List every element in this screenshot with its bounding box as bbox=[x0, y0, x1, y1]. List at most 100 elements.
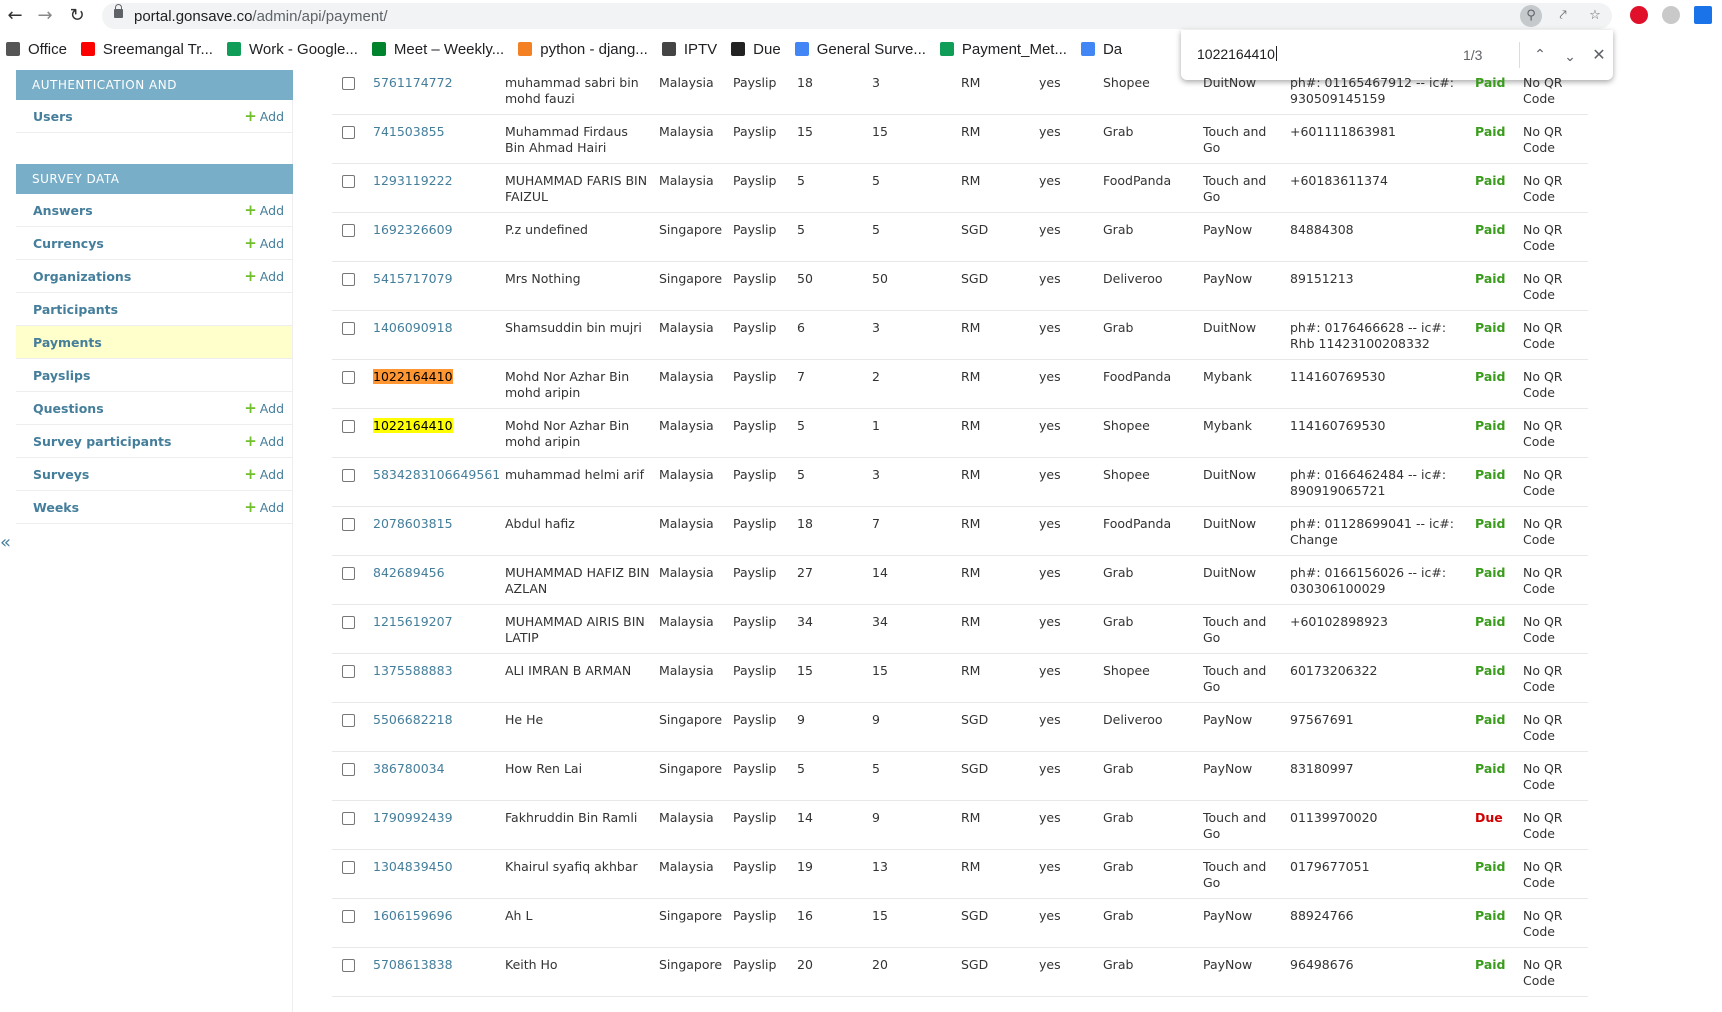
bookmark-icon bbox=[939, 42, 954, 56]
bookmark-item[interactable]: python - djang... bbox=[518, 41, 648, 58]
row-checkbox[interactable] bbox=[342, 469, 355, 482]
sidebar-link-payments[interactable]: Payments bbox=[33, 335, 102, 350]
payment-id-link[interactable]: 1215619207 bbox=[373, 614, 498, 630]
module-caption-auth[interactable]: AUTHENTICATION AND AUTHORIZATION bbox=[16, 70, 293, 122]
sidebar-link-questions[interactable]: Questions bbox=[33, 401, 104, 416]
row-checkbox[interactable] bbox=[342, 567, 355, 580]
sidebar-link-surveys[interactable]: Surveys bbox=[33, 467, 89, 482]
row-checkbox[interactable] bbox=[342, 322, 355, 335]
payment-id-link[interactable]: 1606159696 bbox=[373, 908, 498, 924]
bookmark-item[interactable]: Payment_Met... bbox=[939, 41, 1067, 58]
globe-extension-icon[interactable] bbox=[1662, 6, 1680, 24]
payment-id-link[interactable]: 1790992439 bbox=[373, 810, 498, 826]
payment-id-link[interactable]: 1375588883 bbox=[373, 663, 498, 679]
bookmark-item[interactable]: General Surve... bbox=[794, 41, 926, 58]
bookmark-item[interactable]: Meet – Weekly... bbox=[371, 41, 504, 58]
address-bar[interactable]: portal.gonsave.co/admin/api/payment/ ⚲ ⤤… bbox=[102, 3, 1612, 29]
sidebar-link-payslips[interactable]: Payslips bbox=[33, 368, 90, 383]
row-checkbox[interactable] bbox=[342, 861, 355, 874]
share-icon[interactable]: ⤤ bbox=[1552, 5, 1574, 27]
forward-button[interactable]: → bbox=[34, 5, 56, 27]
payment-id-link[interactable]: 1293119222 bbox=[373, 173, 498, 189]
row-checkbox[interactable] bbox=[342, 175, 355, 188]
participant-name: MUHAMMAD FARIS BIN FAIZUL bbox=[505, 173, 648, 204]
source-cell: Payslip bbox=[733, 173, 777, 188]
bookmark-item[interactable]: Office bbox=[6, 41, 67, 58]
bookmark-item[interactable]: IPTV bbox=[661, 41, 717, 58]
table-row: 1022164410 Mohd Nor Azhar Bin mohd aripin… bbox=[332, 409, 1588, 458]
source-cell: Payslip bbox=[733, 614, 777, 629]
row-checkbox[interactable] bbox=[342, 126, 355, 139]
collapse-sidebar-button[interactable]: « bbox=[0, 532, 11, 553]
sidebar-link-users[interactable]: Users bbox=[33, 109, 73, 124]
row-checkbox[interactable] bbox=[342, 959, 355, 972]
payment-id-link[interactable]: 1692326609 bbox=[373, 222, 498, 238]
row-checkbox[interactable] bbox=[342, 910, 355, 923]
platform-cell: Deliveroo bbox=[1103, 712, 1163, 727]
payment-id-link[interactable]: 5834283106649561 bbox=[373, 467, 500, 483]
row-checkbox[interactable] bbox=[342, 420, 355, 433]
add-organizations-button[interactable]: + Add bbox=[244, 267, 284, 285]
sidebar-link-organizations[interactable]: Organizations bbox=[33, 269, 131, 284]
qr-code-cell: No QR Code bbox=[1523, 565, 1563, 596]
row-checkbox[interactable] bbox=[342, 518, 355, 531]
row-checkbox[interactable] bbox=[342, 616, 355, 629]
bookmark-item[interactable]: Due bbox=[731, 41, 781, 58]
add-weeks-button[interactable]: + Add bbox=[244, 500, 284, 516]
add-questions-button[interactable]: + Add bbox=[244, 401, 284, 417]
sidebar-link-survey-participants[interactable]: Survey participants bbox=[33, 434, 171, 449]
sidebar-link-currencys[interactable]: Currencys bbox=[33, 236, 104, 251]
payment-id-link[interactable]: 5506682218 bbox=[373, 712, 498, 728]
payment-id-link[interactable]: 2078603815 bbox=[373, 516, 498, 532]
add-survey-participants-button[interactable]: + Add bbox=[244, 434, 284, 450]
payment-id-link[interactable]: 741503855 bbox=[373, 124, 498, 140]
payment-id-link[interactable]: 1304839450 bbox=[373, 859, 498, 875]
payment-id-link[interactable]: 5708613838 bbox=[373, 957, 498, 973]
payment-id-link[interactable]: 386780034 bbox=[373, 761, 498, 777]
row-checkbox[interactable] bbox=[342, 665, 355, 678]
bookmark-item[interactable]: Sreemangal Tr... bbox=[80, 41, 213, 58]
add-currencys-button[interactable]: + Add bbox=[244, 236, 284, 252]
row-checkbox[interactable] bbox=[342, 763, 355, 776]
bookmark-item[interactable]: Da bbox=[1080, 41, 1122, 58]
amount-cell: 50 bbox=[797, 271, 813, 286]
row-checkbox[interactable] bbox=[342, 273, 355, 286]
close-icon[interactable]: ✕ bbox=[1588, 44, 1610, 66]
payment-id-link[interactable]: 5415717079 bbox=[373, 271, 498, 287]
sidebar-link-weeks[interactable]: Weeks bbox=[33, 500, 79, 515]
download-icon[interactable] bbox=[1694, 6, 1712, 24]
row-checkbox[interactable] bbox=[342, 371, 355, 384]
add-users-button[interactable]: + Add bbox=[244, 109, 284, 125]
confirmed-cell: yes bbox=[1039, 957, 1061, 972]
payment-id-link[interactable]: 5761174772 bbox=[373, 75, 498, 91]
payment-id-link[interactable]: 1406090918 bbox=[373, 320, 498, 336]
bookmark-item[interactable]: Work - Google... bbox=[226, 41, 358, 58]
sidebar-link-answers[interactable]: Answers bbox=[33, 203, 93, 218]
sidebar-link-participants[interactable]: Participants bbox=[33, 302, 118, 317]
add-surveys-button[interactable]: + Add bbox=[244, 467, 284, 483]
row-checkbox[interactable] bbox=[342, 812, 355, 825]
chevron-down-icon[interactable]: ⌃ bbox=[1559, 44, 1581, 66]
row-checkbox[interactable] bbox=[342, 714, 355, 727]
row-checkbox[interactable] bbox=[342, 77, 355, 90]
qr-code-cell: No QR Code bbox=[1523, 418, 1563, 449]
add-answers-button[interactable]: + Add bbox=[244, 203, 284, 219]
opera-extension-icon[interactable] bbox=[1630, 6, 1648, 24]
source-cell: Payslip bbox=[733, 369, 777, 384]
module-caption-survey[interactable]: SURVEY DATA bbox=[16, 164, 293, 194]
reload-button[interactable]: ↻ bbox=[66, 5, 88, 27]
plus-icon: + bbox=[244, 267, 257, 285]
star-icon[interactable]: ☆ bbox=[1584, 5, 1606, 27]
find-in-page-icon[interactable]: ⚲ bbox=[1520, 5, 1542, 27]
chevron-up-icon[interactable]: ⌃ bbox=[1529, 44, 1551, 66]
payment-id-link[interactable]: 1022164410 bbox=[373, 369, 498, 385]
back-button[interactable]: ← bbox=[4, 5, 26, 27]
payment-id-link[interactable]: 1022164410 bbox=[373, 418, 498, 434]
row-checkbox[interactable] bbox=[342, 224, 355, 237]
sidebar-item-currencys: Currencys + Add bbox=[16, 227, 292, 260]
sidebar-item-questions: Questions + Add bbox=[16, 392, 292, 425]
find-input[interactable]: 1022164410 bbox=[1197, 46, 1277, 62]
payment-method-cell: Touch and Go bbox=[1203, 124, 1267, 155]
payment-id-link[interactable]: 842689456 bbox=[373, 565, 498, 581]
country-cell: Malaysia bbox=[659, 467, 714, 482]
